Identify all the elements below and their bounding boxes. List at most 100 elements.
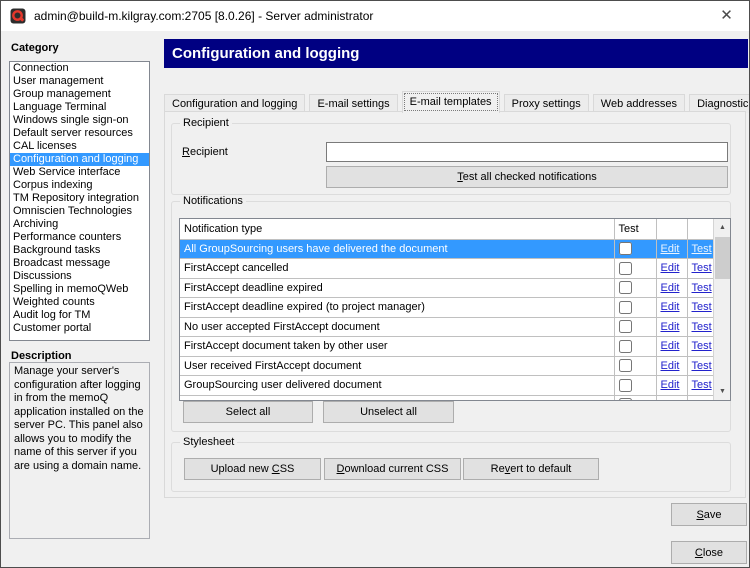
notification-table-row[interactable]: All GroupSourcing users have delivered t… — [180, 239, 713, 259]
notification-table-row[interactable]: User received FirstAccept document Edit … — [180, 356, 713, 376]
stylesheet-group-label: Stylesheet — [180, 436, 237, 448]
sidebar-category-item[interactable]: Default server resources — [10, 127, 149, 140]
edit-link[interactable]: Edit — [661, 399, 680, 401]
edit-link[interactable]: Edit — [661, 321, 680, 333]
tab-strip: Configuration and logging E-mail setting… — [164, 91, 750, 112]
sidebar-category-item[interactable]: Weighted counts — [10, 296, 149, 309]
notification-table-row[interactable]: GroupSourcing user delivered document Ed… — [180, 376, 713, 396]
notification-table-row[interactable]: FirstAccept deadline expired Edit Test — [180, 278, 713, 298]
scrollbar-thumb[interactable] — [715, 237, 730, 279]
notifications-table: Notification type Test All GroupSourcing… — [179, 218, 731, 401]
sidebar-category-item[interactable]: User management — [10, 75, 149, 88]
test-link[interactable]: Test — [692, 399, 712, 401]
notification-type-cell: No user accepted FirstAccept document — [180, 317, 614, 337]
test-link[interactable]: Test — [692, 360, 712, 372]
notifications-table-body: All GroupSourcing users have delivered t… — [180, 239, 713, 401]
edit-link[interactable]: Edit — [661, 340, 680, 352]
notification-type-cell: FirstAccept document taken by other user — [180, 337, 614, 357]
sidebar-category-item[interactable]: Background tasks — [10, 244, 149, 257]
unselect-all-button[interactable]: Unselect all — [323, 401, 454, 423]
sidebar-category-item[interactable]: TM Repository integration — [10, 192, 149, 205]
sidebar-category-item[interactable]: Discussions — [10, 270, 149, 283]
sidebar-category-item[interactable]: Configuration and logging — [10, 153, 149, 166]
window-title: admin@build-m.kilgray.com:2705 [8.0.26] … — [34, 1, 373, 31]
test-checkbox[interactable] — [619, 398, 632, 401]
edit-link[interactable]: Edit — [661, 262, 680, 274]
test-link[interactable]: Test — [692, 282, 712, 294]
column-header-notification-type[interactable]: Notification type — [180, 219, 614, 239]
revert-to-default-button[interactable]: Revert to default — [463, 458, 599, 480]
column-header-test-link — [687, 219, 713, 239]
notification-table-row[interactable]: FirstAccept document taken by other user… — [180, 337, 713, 357]
sidebar-category-item[interactable]: Language Terminal — [10, 101, 149, 114]
sidebar-category-item[interactable]: Performance counters — [10, 231, 149, 244]
sidebar-category-item[interactable]: Archiving — [10, 218, 149, 231]
notification-type-cell: FirstAccept cancelled — [180, 259, 614, 279]
notification-table-row[interactable]: No user accepted FirstAccept document Ed… — [180, 317, 713, 337]
test-checkbox[interactable] — [619, 379, 632, 392]
title-bar: admin@build-m.kilgray.com:2705 [8.0.26] … — [1, 1, 749, 31]
sidebar-category-item[interactable]: Audit log for TM — [10, 309, 149, 322]
edit-link[interactable]: Edit — [661, 379, 680, 391]
test-checkbox[interactable] — [619, 242, 632, 255]
test-checkbox[interactable] — [619, 320, 632, 333]
sidebar-category-item[interactable]: Customer portal — [10, 322, 149, 335]
notification-table-row[interactable]: FirstAccept deadline expired (to project… — [180, 298, 713, 318]
scroll-up-icon[interactable]: ▲ — [714, 219, 731, 236]
edit-link[interactable]: Edit — [661, 301, 680, 313]
scroll-down-icon[interactable]: ▼ — [714, 383, 731, 400]
save-button[interactable]: Save — [671, 503, 747, 526]
notification-type-cell: FirstAccept deadline expired — [180, 278, 614, 298]
notification-type-cell: All GroupSourcing users have delivered t… — [180, 239, 614, 259]
table-vertical-scrollbar[interactable]: ▲ ▼ — [713, 219, 730, 400]
test-link[interactable]: Test — [692, 262, 712, 274]
notification-type-cell: User received FirstAccept document — [180, 356, 614, 376]
edit-link[interactable]: Edit — [661, 243, 680, 255]
notification-table-row[interactable]: FirstAccept cancelled Edit Test — [180, 259, 713, 279]
category-listbox[interactable]: Connection User management Group managem… — [9, 61, 150, 341]
test-checkbox[interactable] — [619, 262, 632, 275]
test-all-notifications-button[interactable]: Test all checked notifications — [326, 166, 728, 188]
test-checkbox[interactable] — [619, 281, 632, 294]
column-header-edit — [656, 219, 687, 239]
window-close-icon[interactable]: ✕ — [704, 1, 749, 30]
edit-link[interactable]: Edit — [661, 360, 680, 372]
category-heading: Category — [11, 42, 59, 54]
recipient-group-label: Recipient — [180, 117, 232, 129]
recipient-input[interactable] — [326, 142, 728, 162]
tab-e-mail-templates[interactable]: E-mail templates — [402, 91, 500, 113]
notifications-group-label: Notifications — [180, 195, 246, 207]
edit-link[interactable]: Edit — [661, 282, 680, 294]
test-checkbox[interactable] — [619, 359, 632, 372]
memoq-app-icon — [10, 8, 26, 24]
test-checkbox[interactable] — [619, 301, 632, 314]
description-text: Manage your server's configuration after… — [9, 362, 150, 539]
select-all-button[interactable]: Select all — [183, 401, 313, 423]
test-checkbox[interactable] — [619, 340, 632, 353]
page-title: Configuration and logging — [164, 39, 748, 68]
column-header-test[interactable]: Test — [614, 219, 656, 239]
test-link[interactable]: Test — [692, 321, 712, 333]
sidebar-category-item[interactable]: Group management — [10, 88, 149, 101]
sidebar-category-item[interactable]: Connection — [10, 62, 149, 75]
sidebar-category-item[interactable]: Spelling in memoQWeb — [10, 283, 149, 296]
sidebar-category-item[interactable]: Omniscien Technologies — [10, 205, 149, 218]
test-link[interactable]: Test — [692, 379, 712, 391]
sidebar-category-item[interactable]: Windows single sign-on — [10, 114, 149, 127]
notification-type-cell: GroupSourcing user delivered document — [180, 376, 614, 396]
download-current-css-button[interactable]: Download current CSS — [324, 458, 461, 480]
upload-new-css-button[interactable]: Upload new CSS — [184, 458, 321, 480]
close-button[interactable]: Close — [671, 541, 747, 564]
table-header-row: Notification type Test — [180, 219, 713, 239]
recipient-field-label: Recipient — [182, 146, 228, 158]
sidebar-category-item[interactable]: Web Service interface — [10, 166, 149, 179]
sidebar-category-item[interactable]: CAL licenses — [10, 140, 149, 153]
test-link[interactable]: Test — [692, 243, 712, 255]
notification-type-cell: FirstAccept deadline expired (to project… — [180, 298, 614, 318]
server-administrator-window: admin@build-m.kilgray.com:2705 [8.0.26] … — [0, 0, 750, 568]
sidebar-category-item[interactable]: Corpus indexing — [10, 179, 149, 192]
description-heading: Description — [11, 350, 72, 362]
test-link[interactable]: Test — [692, 301, 712, 313]
sidebar-category-item[interactable]: Broadcast message — [10, 257, 149, 270]
test-link[interactable]: Test — [692, 340, 712, 352]
